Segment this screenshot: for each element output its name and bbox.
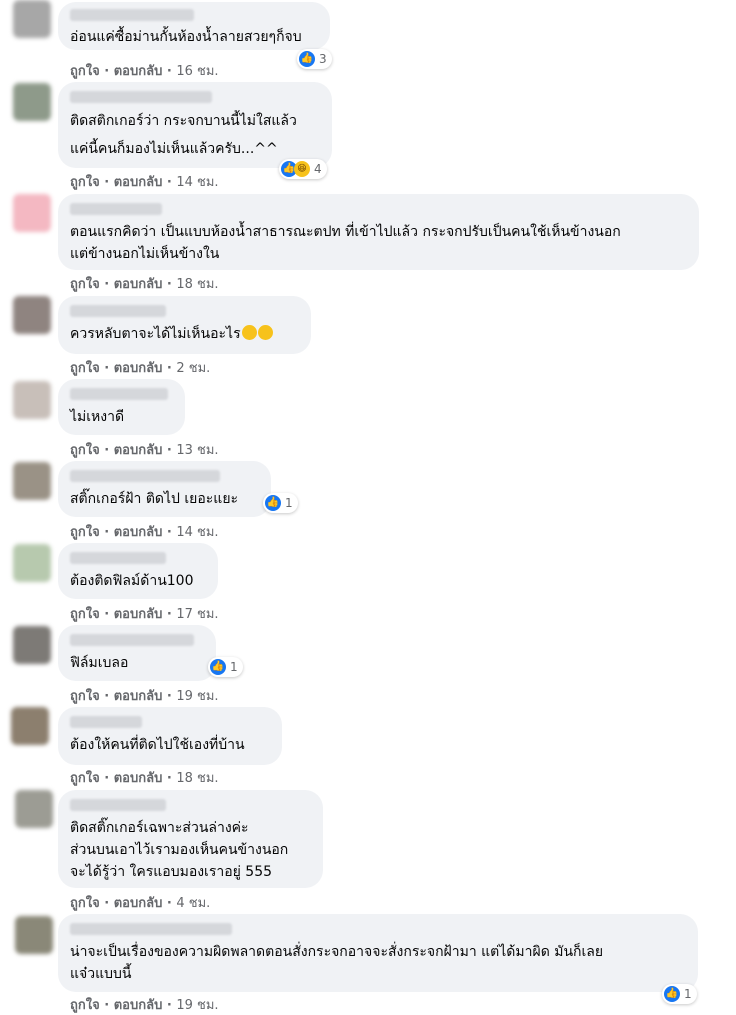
comment-bubble: ไม่เหงาดี — [58, 379, 185, 435]
comment-bubble: ติดสติกเกอร์ว่า กระจกบานนี้ไม่ใสแล้ว แค่… — [58, 82, 332, 168]
avatar[interactable] — [11, 707, 49, 745]
timestamp[interactable]: 14 ชม. — [176, 525, 218, 540]
avatar[interactable] — [13, 381, 51, 419]
comment-actions: ถูกใจ · ตอบกลับ · 4 ชม. — [70, 896, 211, 911]
timestamp[interactable]: 13 ชม. — [176, 443, 218, 458]
timestamp[interactable]: 4 ชม. — [176, 896, 210, 911]
comment-bubble: ฟิล์มเบลอ — [58, 625, 216, 681]
comment-actions: ถูกใจ · ตอบกลับ · 19 ชม. — [70, 689, 219, 704]
comment-text: ตอนแรกคิดว่า เป็นแบบห้องน้ำสาธารณะตปท ที… — [70, 224, 621, 262]
commenter-name[interactable] — [70, 388, 168, 400]
avatar[interactable] — [15, 790, 53, 828]
timestamp[interactable]: 18 ชม. — [176, 771, 218, 786]
comment-text: ติดสติกเกอร์ว่า กระจกบานนี้ไม่ใสแล้ว แค่… — [70, 113, 297, 157]
comment-text: ต้องให้คนที่ติดไปใช้เองที่บ้าน — [70, 737, 245, 753]
comment-bubble: ควรหลับตาจะได้ไม่เห็นอะไร — [58, 296, 311, 354]
avatar[interactable] — [13, 462, 51, 500]
timestamp[interactable]: 17 ชม. — [176, 607, 218, 622]
comment-bubble: ตอนแรกคิดว่า เป็นแบบห้องน้ำสาธารณะตปท ที… — [58, 194, 699, 270]
comment-actions: ถูกใจ · ตอบกลับ · 14 ชม. — [70, 175, 219, 190]
comment-bubble: น่าจะเป็นเรื่องของความผิดพลาดตอนสั่งกระจ… — [58, 914, 698, 992]
like-button[interactable]: ถูกใจ — [70, 277, 100, 292]
reply-button[interactable]: ตอบกลับ — [114, 998, 163, 1013]
reply-button[interactable]: ตอบกลับ — [114, 689, 163, 704]
comment-bubble: อ่อนแค่ซื้อม่านกั้นห้องน้ำลายสวยๆก็จบ — [58, 2, 330, 50]
reply-button[interactable]: ตอบกลับ — [114, 277, 163, 292]
avatar[interactable] — [13, 0, 51, 38]
comment-text: ติดสติ๊กเกอร์เฉพาะส่วนล่างค่ะ ส่วนบนเอาไ… — [70, 820, 289, 880]
like-button[interactable]: ถูกใจ — [70, 896, 100, 911]
comment-actions: ถูกใจ · ตอบกลับ · 18 ชม. — [70, 771, 219, 786]
comment-bubble: ต้องให้คนที่ติดไปใช้เองที่บ้าน — [58, 707, 282, 765]
commenter-name[interactable] — [70, 470, 220, 482]
like-button[interactable]: ถูกใจ — [70, 998, 100, 1013]
reply-button[interactable]: ตอบกลับ — [114, 896, 163, 911]
comment-actions: ถูกใจ · ตอบกลับ · 13 ชม. — [70, 443, 219, 458]
reply-button[interactable]: ตอบกลับ — [114, 771, 163, 786]
avatar[interactable] — [13, 544, 51, 582]
comment-text: น่าจะเป็นเรื่องของความผิดพลาดตอนสั่งกระจ… — [70, 944, 604, 982]
comment-text: ควรหลับตาจะได้ไม่เห็นอะไร — [70, 323, 299, 345]
commenter-name[interactable] — [70, 799, 166, 811]
laughing-emoji-icon — [257, 325, 273, 340]
comment-actions: ถูกใจ · ตอบกลับ · 16 ชม. — [70, 64, 219, 79]
reaction-count[interactable]: 👍 😆 4 — [279, 159, 327, 179]
rofl-emoji-icon — [241, 325, 257, 340]
reaction-count[interactable]: 👍 1 — [208, 657, 243, 677]
like-button[interactable]: ถูกใจ — [70, 525, 100, 540]
commenter-name[interactable] — [70, 552, 166, 564]
timestamp[interactable]: 18 ชม. — [176, 277, 218, 292]
comment-text: ฟิล์มเบลอ — [70, 655, 129, 671]
timestamp[interactable]: 14 ชม. — [176, 175, 218, 190]
comment-bubble: ติดสติ๊กเกอร์เฉพาะส่วนล่างค่ะ ส่วนบนเอาไ… — [58, 790, 323, 888]
reply-button[interactable]: ตอบกลับ — [114, 175, 163, 190]
comment-actions: ถูกใจ · ตอบกลับ · 17 ชม. — [70, 607, 219, 622]
commenter-name[interactable] — [70, 203, 162, 215]
commenter-name[interactable] — [70, 91, 212, 103]
comment-actions: ถูกใจ · ตอบกลับ · 14 ชม. — [70, 525, 219, 540]
comment-text: ไม่เหงาดี — [70, 409, 125, 425]
like-icon: 👍 — [664, 986, 680, 1002]
like-icon: 👍 — [299, 51, 315, 67]
reaction-count[interactable]: 👍 1 — [662, 984, 697, 1004]
avatar[interactable] — [13, 296, 51, 334]
timestamp[interactable]: 19 ชม. — [176, 998, 218, 1013]
commenter-name[interactable] — [70, 923, 232, 935]
comment-bubble: สติ๊กเกอร์ฝ้า ติดไป เยอะแยะ — [58, 461, 271, 517]
timestamp[interactable]: 19 ชม. — [176, 689, 218, 704]
like-button[interactable]: ถูกใจ — [70, 443, 100, 458]
reply-button[interactable]: ตอบกลับ — [114, 361, 163, 376]
reaction-count[interactable]: 👍 3 — [297, 49, 332, 69]
comment-actions: ถูกใจ · ตอบกลับ · 2 ชม. — [70, 361, 211, 376]
avatar[interactable] — [13, 194, 51, 232]
reaction-count[interactable]: 👍 1 — [263, 493, 298, 513]
like-icon: 👍 — [210, 659, 226, 675]
like-button[interactable]: ถูกใจ — [70, 607, 100, 622]
comment-actions: ถูกใจ · ตอบกลับ · 18 ชม. — [70, 277, 219, 292]
commenter-name[interactable] — [70, 305, 166, 317]
timestamp[interactable]: 16 ชม. — [176, 64, 218, 79]
reply-button[interactable]: ตอบกลับ — [114, 525, 163, 540]
like-icon: 👍 — [265, 495, 281, 511]
commenter-name[interactable] — [70, 634, 194, 646]
comment-bubble: ต้องติดฟิลม์ด้าน100 — [58, 543, 218, 599]
comment-text: สติ๊กเกอร์ฝ้า ติดไป เยอะแยะ — [70, 491, 239, 507]
commenter-name[interactable] — [70, 9, 194, 21]
commenter-name[interactable] — [70, 716, 142, 728]
like-button[interactable]: ถูกใจ — [70, 175, 100, 190]
reply-button[interactable]: ตอบกลับ — [114, 443, 163, 458]
reply-button[interactable]: ตอบกลับ — [114, 64, 163, 79]
avatar[interactable] — [15, 916, 53, 954]
like-button[interactable]: ถูกใจ — [70, 771, 100, 786]
like-button[interactable]: ถูกใจ — [70, 64, 100, 79]
comment-text: อ่อนแค่ซื้อม่านกั้นห้องน้ำลายสวยๆก็จบ — [70, 29, 302, 45]
like-button[interactable]: ถูกใจ — [70, 361, 100, 376]
comment-text: ต้องติดฟิลม์ด้าน100 — [70, 573, 194, 589]
avatar[interactable] — [13, 626, 51, 664]
haha-icon: 😆 — [294, 161, 310, 177]
like-button[interactable]: ถูกใจ — [70, 689, 100, 704]
reply-button[interactable]: ตอบกลับ — [114, 607, 163, 622]
avatar[interactable] — [13, 83, 51, 121]
timestamp[interactable]: 2 ชม. — [176, 361, 210, 376]
